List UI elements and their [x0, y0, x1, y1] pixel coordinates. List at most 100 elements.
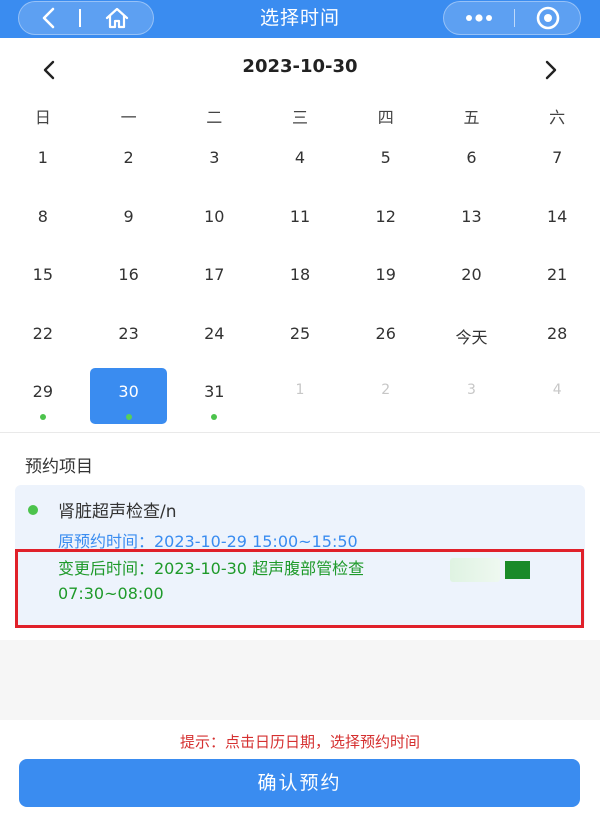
day-number: 20	[461, 265, 482, 284]
weekday-label: 五	[463, 108, 480, 127]
nav-capsule-right	[443, 1, 581, 35]
calendar-day[interactable]: 25	[257, 316, 343, 375]
day-number: 10	[204, 206, 225, 226]
back-button[interactable]	[19, 2, 79, 34]
calendar-day[interactable]: 28	[514, 316, 600, 375]
day-number: 24	[204, 323, 225, 343]
day-number: 26	[375, 323, 396, 343]
more-icon	[466, 14, 492, 22]
section-divider	[0, 432, 600, 433]
item-status-dot	[28, 505, 38, 515]
calendar-day[interactable]: 13	[429, 199, 515, 258]
day-number: 4	[294, 148, 306, 167]
day-number: 5	[380, 148, 391, 167]
calendar-day[interactable]: 10	[171, 199, 257, 258]
calendar-day[interactable]: 8	[0, 199, 86, 258]
day-number: 3	[466, 382, 476, 398]
back-icon	[42, 7, 55, 29]
day-number: 3	[209, 148, 220, 167]
section-title: 预约项目	[25, 457, 93, 477]
day-number: 12	[375, 206, 396, 226]
day-number: 15	[32, 265, 54, 284]
calendar-day[interactable]: 14	[514, 199, 600, 258]
day-number: 29	[32, 382, 54, 401]
calendar-week: 29 30 31 1 2 3 4	[0, 368, 600, 433]
calendar-day[interactable]: 5	[343, 140, 429, 199]
calendar-day[interactable]: 20	[429, 257, 515, 316]
day-number: 21	[546, 265, 568, 284]
day-number: 23	[118, 323, 139, 343]
chevron-right-icon	[545, 60, 557, 80]
day-number: 25	[289, 323, 311, 343]
calendar-day-selected[interactable]: 30	[86, 368, 172, 433]
calendar-day[interactable]: 11	[257, 199, 343, 258]
calendar-day-today[interactable]: 今天	[429, 316, 515, 375]
calendar-day-next-month: 3	[429, 374, 515, 433]
calendar-day[interactable]: 19	[343, 257, 429, 316]
day-number: 9	[123, 206, 134, 226]
day-number: 11	[289, 206, 311, 226]
calendar-day[interactable]: 9	[86, 199, 172, 258]
day-number: 今天	[455, 327, 488, 347]
calendar-day[interactable]: 16	[86, 257, 172, 316]
calendar-day[interactable]: 2	[86, 140, 172, 199]
day-number: 22	[32, 323, 54, 343]
day-number: 6	[466, 148, 477, 167]
day-number: 13	[461, 206, 482, 226]
calendar-day[interactable]: 21	[514, 257, 600, 316]
availability-dot	[211, 414, 218, 420]
confirm-appointment-button[interactable]: 确认预约	[19, 759, 580, 807]
weekday-label: 六	[549, 108, 566, 127]
annotation-highlight-box	[15, 549, 584, 628]
nav-capsule-left	[18, 1, 154, 35]
calendar-week: 1 2 3 4 5 6 7	[0, 140, 600, 199]
weekday-label: 日	[34, 108, 51, 127]
day-number: 1	[37, 148, 48, 167]
chevron-left-icon	[43, 60, 55, 80]
calendar-day[interactable]: 31	[171, 374, 257, 433]
prev-month-button[interactable]	[34, 54, 64, 86]
calendar-day-next-month: 1	[257, 374, 343, 433]
day-number: 14	[546, 206, 568, 226]
home-icon	[105, 7, 129, 29]
calendar-week: 22 23 24 25 26 今天 28	[0, 316, 600, 375]
current-date-label: 2023-10-30	[242, 56, 358, 77]
next-month-button[interactable]	[536, 54, 566, 86]
calendar-day[interactable]: 17	[171, 257, 257, 316]
calendar-day[interactable]: 22	[0, 316, 86, 375]
hint-text: 提示：点击日历日期，选择预约时间	[179, 733, 420, 751]
calendar-day[interactable]: 7	[514, 140, 600, 199]
calendar-day[interactable]: 4	[257, 140, 343, 199]
calendar-day[interactable]: 6	[429, 140, 515, 199]
day-number: 2	[381, 382, 391, 398]
calendar-week: 8 9 10 11 12 13 14	[0, 199, 600, 258]
calendar-day[interactable]: 18	[257, 257, 343, 316]
more-button[interactable]	[444, 2, 514, 34]
home-button[interactable]	[81, 2, 153, 34]
calendar-day[interactable]: 29	[0, 374, 86, 433]
target-icon	[536, 6, 559, 30]
day-number: 28	[546, 323, 568, 343]
calendar-day-next-month: 2	[343, 374, 429, 433]
weekday-label: 三	[292, 108, 309, 127]
calendar-day[interactable]: 26	[343, 316, 429, 375]
day-number: 4	[552, 382, 562, 398]
page-title: 选择时间	[259, 7, 340, 29]
weekday-label: 一	[120, 108, 137, 127]
day-number: 18	[289, 265, 311, 284]
calendar-day[interactable]: 24	[171, 316, 257, 375]
weekday-header: 日 一 二 三 四 五 六	[0, 104, 600, 132]
availability-dot	[125, 414, 132, 420]
calendar-day[interactable]: 15	[0, 257, 86, 316]
calendar-day[interactable]: 12	[343, 199, 429, 258]
calendar-day[interactable]: 23	[86, 316, 172, 375]
spacer-area	[0, 640, 600, 720]
calendar-day[interactable]: 3	[171, 140, 257, 199]
calendar-grid: 1 2 3 4 5 6 7 8 9 10 11 12 13 14 15 16 1…	[0, 140, 600, 433]
calendar-day-next-month: 4	[514, 374, 600, 433]
day-number: 16	[118, 265, 139, 284]
day-number: 1	[295, 382, 305, 398]
top-navigation-bar: 选择时间	[0, 0, 600, 38]
calendar-day[interactable]: 1	[0, 140, 86, 199]
close-miniprogram-button[interactable]	[515, 2, 580, 34]
